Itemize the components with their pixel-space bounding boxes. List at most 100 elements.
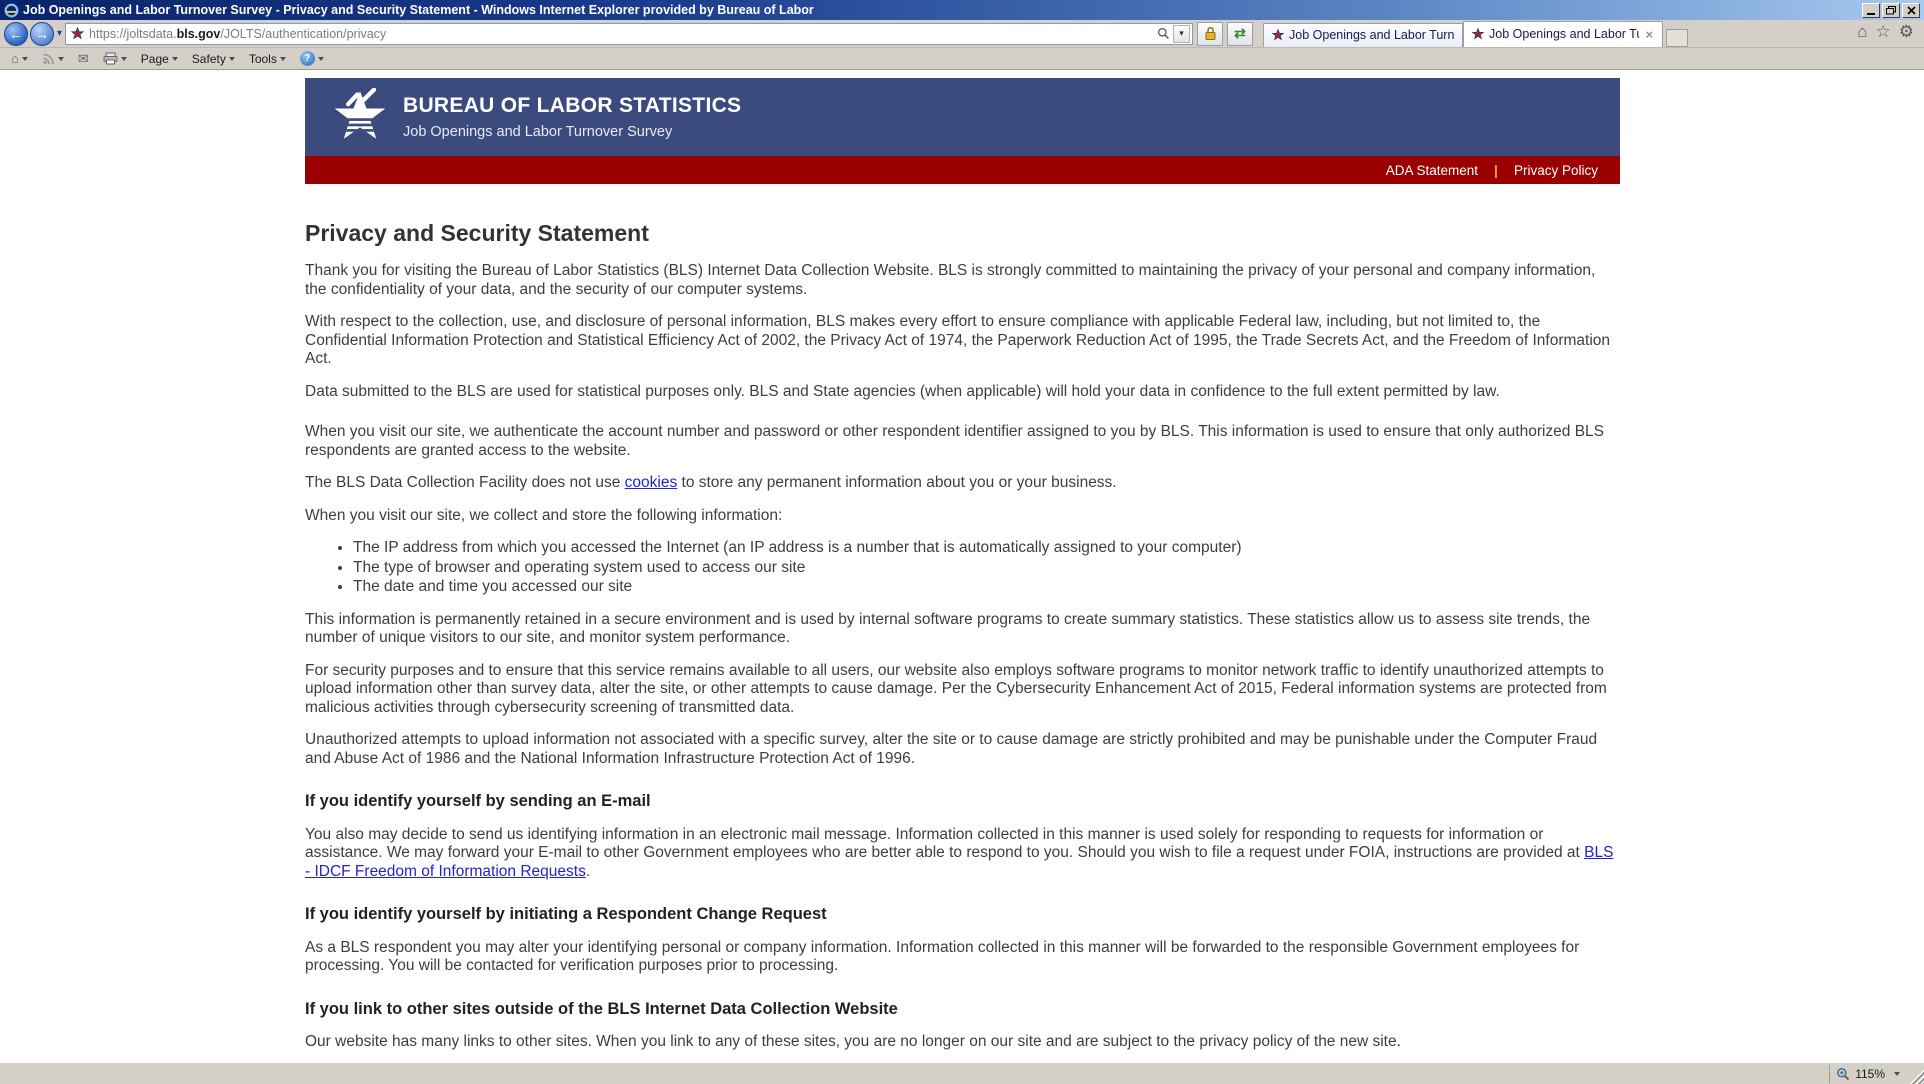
tab-label: Job Openings and Labor Turnov... (1289, 28, 1454, 42)
chevron-down-icon (121, 57, 127, 61)
close-button[interactable] (1902, 3, 1920, 18)
chevron-down-icon (280, 57, 286, 61)
url-text: https://joltsdata.bls.gov/JOLTS/authenti… (89, 27, 1154, 41)
chevron-down-icon (318, 57, 324, 61)
privacy-policy-link[interactable]: Privacy Policy (1514, 163, 1598, 178)
window-controls (1862, 3, 1920, 18)
compatibility-arrows-icon: ⇄ (1234, 25, 1246, 42)
paragraph-external-links: Our website has many links to other site… (305, 1033, 1620, 1052)
paragraph-authentication: When you visit our site, we authenticate… (305, 423, 1620, 460)
section-heading-change-request: If you identify yourself by initiating a… (305, 905, 1620, 924)
print-menu-button[interactable] (98, 51, 132, 66)
home-icon[interactable]: ⌂ (1857, 23, 1867, 40)
nav-separator: | (1494, 162, 1498, 178)
security-lock-button[interactable] (1197, 22, 1223, 46)
site-brand-title: BUREAU OF LABOR STATISTICS (403, 94, 741, 118)
favorites-star-icon[interactable]: ☆ (1876, 23, 1891, 40)
tab-strip: Job Openings and Labor Turnov... Job Ope… (1263, 21, 1688, 47)
chevron-down-icon (172, 57, 178, 61)
zoom-magnifier-icon (1836, 1067, 1850, 1081)
command-bar: ⌂ ✉ Page Safety Tools ? (0, 48, 1924, 70)
restore-icon (1886, 6, 1896, 15)
recent-pages-dropdown[interactable]: ▾ (54, 28, 65, 39)
back-arrow-icon: ← (9, 26, 23, 42)
forward-arrow-icon: → (35, 26, 49, 42)
site-subtitle: Job Openings and Labor Turnover Survey (403, 124, 741, 140)
chevron-down-icon (58, 57, 64, 61)
page-viewport: BUREAU OF LABOR STATISTICS Job Openings … (0, 70, 1924, 1062)
tab-favicon-star-icon (1272, 29, 1284, 41)
bls-site-header: BUREAU OF LABOR STATISTICS Job Openings … (305, 78, 1620, 156)
forward-button[interactable]: → (30, 22, 54, 46)
privacy-statement-article: Privacy and Security Statement Thank you… (305, 184, 1620, 1052)
paragraph-security-monitoring: For security purposes and to ensure that… (305, 662, 1620, 718)
search-icon[interactable] (1154, 25, 1173, 43)
url-path: /JOLTS/authentication/privacy (220, 27, 386, 41)
compatibility-view-button[interactable]: ⇄ (1227, 22, 1253, 46)
paragraph-cookies: The BLS Data Collection Facility does no… (305, 474, 1620, 493)
search-dropdown-button[interactable]: ▾ (1173, 25, 1190, 43)
printer-icon (103, 52, 118, 65)
status-bar: 115% (0, 1062, 1924, 1084)
lock-icon (1204, 26, 1217, 41)
tools-menu-button[interactable]: Tools (244, 51, 291, 67)
internet-explorer-icon (4, 3, 19, 18)
window-title: Job Openings and Labor Turnover Survey -… (23, 3, 1856, 17)
list-item: The date and time you accessed our site (353, 578, 1620, 597)
paragraph-change-request: As a BLS respondent you may alter your i… (305, 939, 1620, 976)
cookies-link[interactable]: cookies (625, 474, 678, 491)
restore-button[interactable] (1882, 3, 1900, 18)
page-menu-button[interactable]: Page (136, 51, 183, 67)
minimize-button[interactable] (1862, 3, 1880, 18)
tab-jolts-inactive[interactable]: Job Openings and Labor Turnov... (1263, 23, 1463, 47)
close-icon (1907, 6, 1916, 15)
url-domain: bls.gov (177, 27, 221, 41)
browser-window: Job Openings and Labor Turnover Survey -… (0, 0, 1924, 1084)
help-icon: ? (300, 51, 315, 66)
zoom-control[interactable]: 115% (1829, 1065, 1906, 1083)
home-menu-button[interactable]: ⌂ (6, 51, 33, 66)
rss-icon (42, 52, 55, 65)
paragraph-retention: This information is permanently retained… (305, 611, 1620, 648)
feeds-menu-button[interactable] (37, 51, 69, 66)
navigation-bar: ← → ▾ https://joltsdata.bls.gov/JOLTS/au… (0, 20, 1924, 48)
resize-grip[interactable] (1908, 1068, 1924, 1084)
help-menu-button[interactable]: ? (295, 50, 329, 67)
new-tab-button[interactable] (1666, 29, 1688, 47)
zoom-level-label: 115% (1855, 1067, 1885, 1081)
safety-menu-button[interactable]: Safety (187, 51, 240, 67)
window-titlebar: Job Openings and Labor Turnover Survey -… (0, 0, 1924, 20)
ada-statement-link[interactable]: ADA Statement (1386, 163, 1478, 178)
cookies-text-before: The BLS Data Collection Facility does no… (305, 474, 625, 491)
read-mail-button[interactable]: ✉ (73, 51, 94, 66)
site-favicon-star-icon (71, 27, 84, 40)
list-item: The type of browser and operating system… (353, 559, 1620, 578)
paragraph-collect-info: When you visit our site, we collect and … (305, 507, 1620, 526)
tab-jolts-active[interactable]: Job Openings and Labor Tur... × (1463, 21, 1663, 47)
collected-info-list: The IP address from which you accessed t… (305, 539, 1620, 597)
email-text-after: . (586, 863, 590, 880)
chevron-down-icon (229, 57, 235, 61)
bls-star-logo-icon (333, 88, 387, 147)
minimize-icon (1867, 13, 1875, 15)
paragraph-federal-law: With respect to the collection, use, and… (305, 313, 1620, 369)
tab-close-icon[interactable]: × (1644, 27, 1654, 42)
page-title: Privacy and Security Statement (305, 220, 1620, 246)
section-heading-email: If you identify yourself by sending an E… (305, 792, 1620, 811)
paragraph-statistical-purposes: Data submitted to the BLS are used for s… (305, 383, 1620, 402)
address-bar[interactable]: https://joltsdata.bls.gov/JOLTS/authenti… (65, 23, 1193, 45)
home-icon: ⌂ (11, 52, 19, 65)
utility-nav-bar: ADA Statement | Privacy Policy (305, 156, 1620, 184)
chevron-down-icon (22, 57, 28, 61)
quick-access-icons: ⌂ ☆ ⚙ (1857, 23, 1914, 40)
tab-favicon-star-icon (1472, 28, 1484, 40)
gear-icon[interactable]: ⚙ (1899, 23, 1914, 40)
chevron-down-icon (1894, 1072, 1900, 1076)
tools-menu-label: Tools (249, 52, 277, 66)
back-button[interactable]: ← (4, 22, 28, 46)
url-scheme: https://joltsdata. (89, 27, 177, 41)
page-menu-label: Page (141, 52, 169, 66)
section-heading-external-links: If you link to other sites outside of th… (305, 1000, 1620, 1019)
email-text-before: You also may decide to send us identifyi… (305, 826, 1584, 862)
paragraph-email: You also may decide to send us identifyi… (305, 826, 1620, 882)
